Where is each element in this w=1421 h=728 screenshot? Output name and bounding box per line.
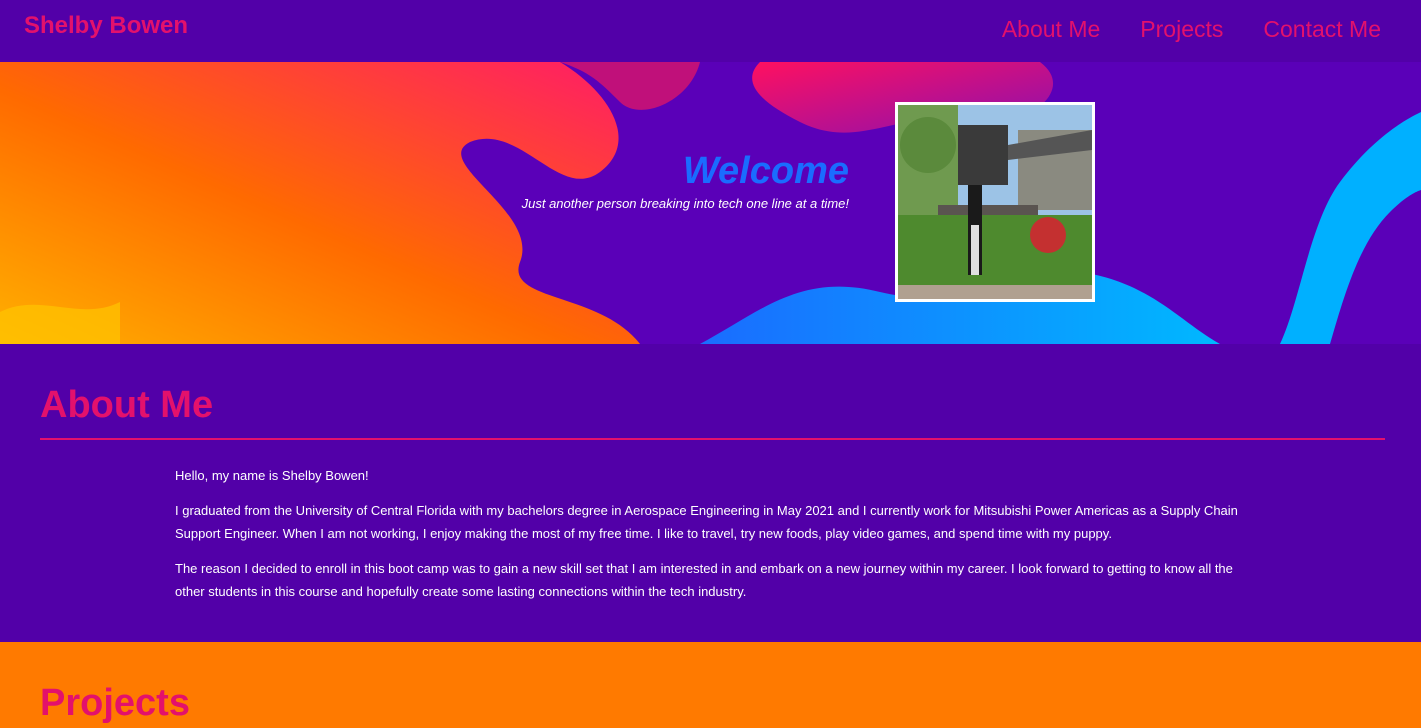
hero-subtitle: Just another person breaking into tech o… [521,196,849,211]
profile-photo [895,102,1095,302]
site-header: Shelby Bowen About Me Projects Contact M… [0,0,1421,62]
hero-text-block: Welcome Just another person breaking int… [522,150,849,211]
about-paragraph-background: I graduated from the University of Centr… [175,503,1238,541]
nav-link-about-me[interactable]: About Me [1002,16,1100,43]
hero-title: Welcome [682,150,849,192]
about-paragraph-intro: Hello, my name is Shelby Bowen! [175,468,369,483]
hero-banner: Welcome Just another person breaking int… [0,62,1421,344]
projects-heading: Projects [40,682,190,724]
about-divider [40,438,1385,440]
graduation-photo-image [898,105,1092,299]
about-paragraph-goals: The reason I decided to enroll in this b… [175,561,1233,599]
about-heading: About Me [40,384,214,426]
nav-link-projects[interactable]: Projects [1140,16,1223,43]
nav-link-contact-me[interactable]: Contact Me [1263,16,1381,43]
about-section: About Me Hello, my name is Shelby Bowen!… [0,344,1421,642]
about-body: Hello, my name is Shelby Bowen! I gradua… [175,464,1255,615]
brand-title[interactable]: Shelby Bowen [24,12,188,40]
projects-section: Projects [0,642,1421,728]
main-nav: About Me Projects Contact Me [1002,16,1381,43]
